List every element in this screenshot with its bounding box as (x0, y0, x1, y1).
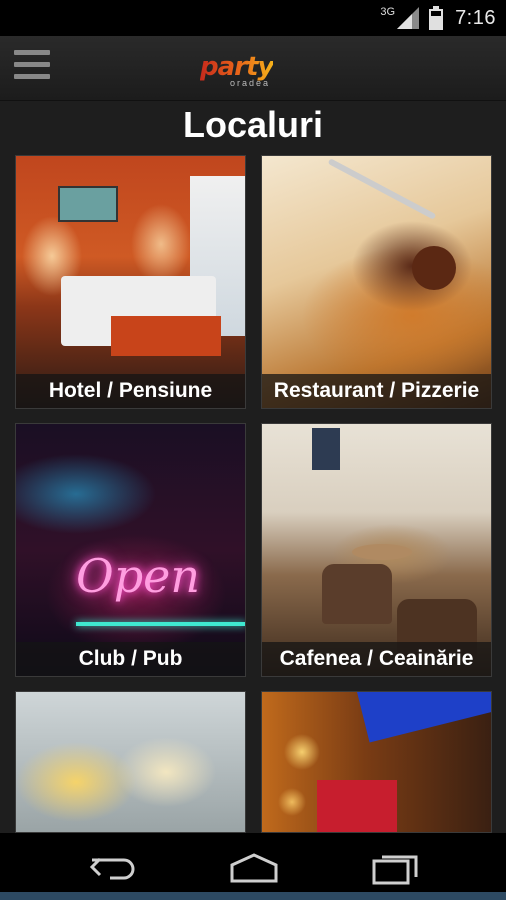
category-tile-6[interactable] (261, 691, 492, 833)
signal-icon (397, 7, 420, 29)
restaurant-image (262, 156, 491, 408)
tile-label: Restaurant / Pizzerie (262, 374, 491, 408)
network-type: 3G (380, 6, 396, 18)
app-logo: party oradea (200, 52, 306, 88)
ice-cream-image (16, 692, 245, 832)
category-tile-5[interactable] (15, 691, 246, 833)
cafe-image (262, 424, 491, 676)
logo-subtext: oradea (230, 78, 271, 88)
page-title: Localuri (182, 104, 324, 145)
tile-label: Cafenea / Ceainărie (262, 642, 491, 676)
menu-icon[interactable] (14, 50, 50, 86)
home-icon[interactable] (228, 851, 280, 885)
app-bar: party oradea (0, 36, 506, 101)
category-hotel-tile[interactable]: Hotel / Pensiune (15, 155, 246, 409)
recent-apps-icon[interactable] (370, 851, 420, 885)
tile-label: Hotel / Pensiune (16, 374, 245, 408)
category-club-tile[interactable]: Open Club / Pub (15, 423, 246, 677)
shopping-image (262, 692, 491, 832)
category-cafe-tile[interactable]: Cafenea / Ceainărie (261, 423, 492, 677)
navigation-bar (0, 833, 506, 900)
clock: 7:16 (455, 6, 496, 29)
status-bar: 3G 7:16 (0, 0, 506, 36)
category-restaurant-tile[interactable]: Restaurant / Pizzerie (261, 155, 492, 409)
hotel-image (16, 156, 245, 408)
bottom-strip (0, 892, 506, 900)
club-image: Open (16, 424, 245, 676)
tile-label: Club / Pub (16, 642, 245, 676)
back-icon[interactable] (88, 851, 138, 885)
battery-icon (429, 6, 444, 30)
